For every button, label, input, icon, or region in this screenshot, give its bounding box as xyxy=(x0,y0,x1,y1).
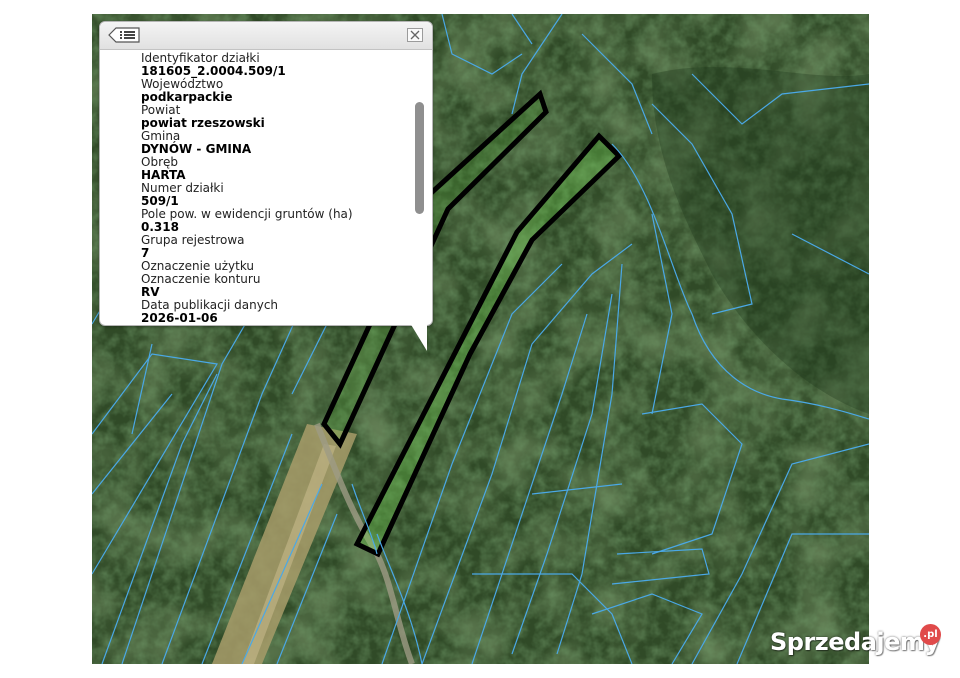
field-value-voivodeship: podkarpackie xyxy=(141,90,233,104)
field-label-register-group: Grupa rejestrowa xyxy=(141,233,245,247)
parcel-info-popup: Identyfikator działki 181605_2.0004.509/… xyxy=(99,21,433,326)
popup-scrollbar[interactable] xyxy=(413,96,425,325)
scrollbar-thumb[interactable] xyxy=(415,102,424,214)
field-value-county: powiat rzeszowski xyxy=(141,116,265,130)
field-label-contour: Oznaczenie konturu xyxy=(141,272,261,286)
list-back-icon[interactable] xyxy=(108,27,140,43)
popup-body[interactable]: Identyfikator działki 181605_2.0004.509/… xyxy=(100,50,432,325)
field-value-publication-date: 2026-01-06 xyxy=(141,311,218,325)
popup-pointer xyxy=(410,323,427,351)
field-label-area: Pole pow. w ewidencji gruntów (ha) xyxy=(141,207,353,221)
popup-header xyxy=(100,22,432,50)
parcel-fields: Identyfikator działki 181605_2.0004.509/… xyxy=(141,52,409,325)
close-x-icon[interactable] xyxy=(407,28,423,42)
field-label-parcel-number: Numer działki xyxy=(141,181,224,195)
watermark-logo: Sprzedajemy xyxy=(770,628,940,656)
watermark-badge: .pl xyxy=(920,624,941,645)
field-value-commune: DYNÓW - GMINA xyxy=(141,142,252,156)
